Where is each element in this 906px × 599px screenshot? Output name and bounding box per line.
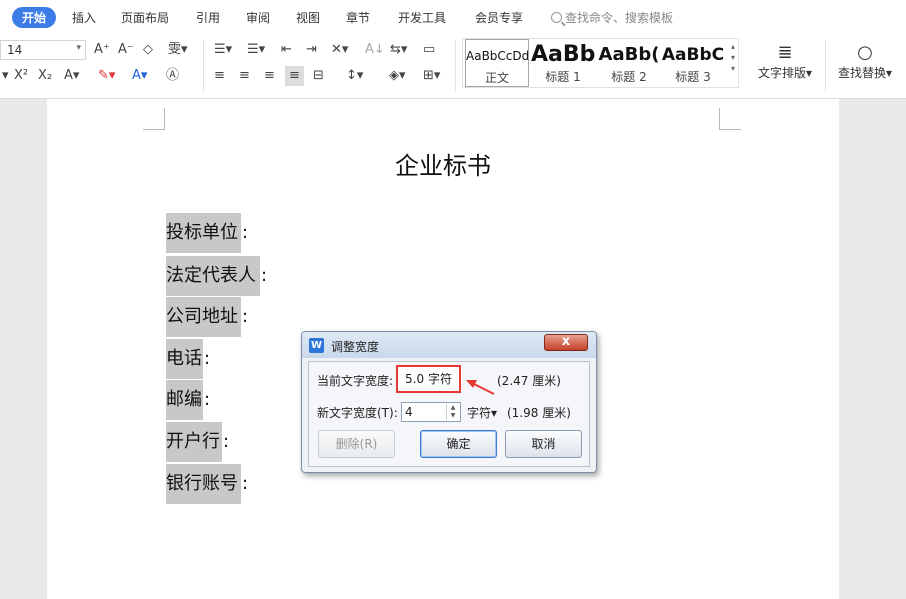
numbered-list-icon[interactable]: ☰▾ xyxy=(247,42,265,58)
chevron-down-icon[interactable]: ▾ xyxy=(2,68,9,84)
line-spacing-icon[interactable]: ↕▾ xyxy=(346,68,363,84)
bullet-list-icon[interactable]: ☰▾ xyxy=(214,42,232,58)
close-button[interactable]: x xyxy=(544,334,588,351)
adjust-width-dialog: W 调整宽度 x 当前文字宽度: 5.0 字符 (2.47 厘米) 新文字宽度(… xyxy=(301,331,597,473)
find-replace-button[interactable]: ○ 查找替换▾ xyxy=(834,42,896,81)
justify-icon[interactable]: ≡ xyxy=(285,66,304,86)
unit-select[interactable]: 字符▾ xyxy=(467,404,497,421)
style-heading-2[interactable]: AaBb( 标题 2 xyxy=(597,39,661,87)
cancel-button[interactable]: 取消 xyxy=(505,430,582,458)
separator xyxy=(455,40,456,92)
field-address[interactable]: 公司地址: xyxy=(166,297,249,337)
field-account[interactable]: 银行账号: xyxy=(166,464,249,504)
field-legal-rep[interactable]: 法定代表人: xyxy=(166,256,268,296)
new-width-cm: (1.98 厘米) xyxy=(507,406,571,420)
new-width-label: 新文字宽度(T): xyxy=(317,406,398,420)
sort-icon[interactable]: A↓ xyxy=(365,42,385,58)
dialog-title: 调整宽度 xyxy=(331,340,380,354)
tab-developer[interactable]: 开发工具 xyxy=(398,9,446,26)
new-width-input[interactable]: 4 ▲ ▼ xyxy=(401,402,461,422)
style-gallery: AaBbCcDd 正文 AaBb 标题 1 AaBb( 标题 2 AaBbC 标… xyxy=(462,38,739,88)
field-postcode[interactable]: 邮编: xyxy=(166,380,211,420)
clear-format-icon[interactable]: ◇ xyxy=(143,42,153,58)
current-width-value: 5.0 字符 xyxy=(396,365,461,393)
tab-references[interactable]: 引用 xyxy=(196,9,220,26)
field-bank[interactable]: 开户行: xyxy=(166,422,230,462)
tab-sections[interactable]: 章节 xyxy=(346,9,370,26)
ruler-icon[interactable]: ▭ xyxy=(423,42,435,58)
search-icon xyxy=(551,12,562,23)
delete-button[interactable]: 删除(R) xyxy=(318,430,395,458)
align-right-icon[interactable]: ≡ xyxy=(264,68,275,84)
field-phone[interactable]: 电话: xyxy=(166,339,211,379)
style-heading-1[interactable]: AaBb 标题 1 xyxy=(531,39,595,87)
gallery-scroll-icon[interactable]: ▴ ▾ ▾ xyxy=(731,41,735,74)
grow-font-icon[interactable]: A⁺ xyxy=(94,42,110,58)
tab-review[interactable]: 审阅 xyxy=(246,9,270,26)
superscript-icon[interactable]: X² xyxy=(14,68,28,84)
style-normal[interactable]: AaBbCcDd 正文 xyxy=(465,39,529,87)
highlight-icon[interactable]: ✎▾ xyxy=(98,68,115,84)
tab-home[interactable]: 开始 xyxy=(12,7,57,28)
wps-logo-icon: W xyxy=(309,338,324,353)
distribute-icon[interactable]: ⊟ xyxy=(313,68,324,84)
text-layout-icon: ≣ xyxy=(777,42,793,63)
chinese-layout-icon[interactable]: ✕▾ xyxy=(331,42,348,58)
annotation-arrow-icon xyxy=(466,380,495,395)
ribbon: 开始 插入 页面布局 引用 审阅 视图 章节 开发工具 会员专享 查找命令、搜索… xyxy=(0,0,906,99)
ok-button[interactable]: 确定 xyxy=(420,430,497,458)
decrease-indent-icon[interactable]: ⇤ xyxy=(281,42,292,58)
command-search[interactable]: 查找命令、搜索模板 xyxy=(551,9,673,26)
spinner-icon[interactable]: ▲ ▼ xyxy=(446,404,459,420)
separator xyxy=(203,40,204,92)
margin-corner xyxy=(143,108,165,130)
char-border-icon[interactable]: Ⓐ xyxy=(166,68,179,84)
ribbon-tabs: 开始 插入 页面布局 引用 审阅 视图 章节 开发工具 会员专享 查找命令、搜索… xyxy=(0,0,906,34)
font-color-icon[interactable]: A▾ xyxy=(132,68,147,84)
field-bidder[interactable]: 投标单位: xyxy=(166,213,249,253)
tab-insert[interactable]: 插入 xyxy=(72,9,96,26)
style-heading-3[interactable]: AaBbC 标题 3 xyxy=(661,39,725,87)
chevron-down-icon: ▾ xyxy=(76,43,81,53)
tab-view[interactable]: 视图 xyxy=(296,9,320,26)
subscript-icon[interactable]: X₂ xyxy=(38,68,52,84)
phonetic-icon[interactable]: 雯▾ xyxy=(168,42,188,58)
font-size-select[interactable]: 14 ▾ xyxy=(0,40,86,60)
shrink-font-icon[interactable]: A⁻ xyxy=(118,42,134,58)
borders-icon[interactable]: ⊞▾ xyxy=(423,68,440,84)
text-effect-icon[interactable]: A▾ xyxy=(64,68,79,84)
text-layout-button[interactable]: ≣ 文字排版▾ xyxy=(755,42,815,81)
close-icon: x xyxy=(561,334,571,349)
dialog-body: 当前文字宽度: 5.0 字符 (2.47 厘米) 新文字宽度(T): 4 ▲ ▼ 字… xyxy=(308,361,590,467)
current-width-cm: (2.47 厘米) xyxy=(497,374,561,388)
increase-indent-icon[interactable]: ⇥ xyxy=(306,42,317,58)
document-title: 企业标书 xyxy=(395,152,491,180)
shading-icon[interactable]: ◈▾ xyxy=(389,68,406,84)
margin-corner xyxy=(719,108,741,130)
align-left-icon[interactable]: ≡ xyxy=(214,68,225,84)
align-center-icon[interactable]: ≡ xyxy=(239,68,250,84)
show-marks-icon[interactable]: ⇆▾ xyxy=(390,42,407,58)
search-icon: ○ xyxy=(857,42,873,63)
tab-member[interactable]: 会员专享 xyxy=(475,9,523,26)
tab-page-layout[interactable]: 页面布局 xyxy=(121,9,169,26)
current-width-label: 当前文字宽度: xyxy=(317,374,394,388)
separator xyxy=(825,40,826,92)
dialog-titlebar[interactable]: W 调整宽度 x xyxy=(302,332,596,358)
